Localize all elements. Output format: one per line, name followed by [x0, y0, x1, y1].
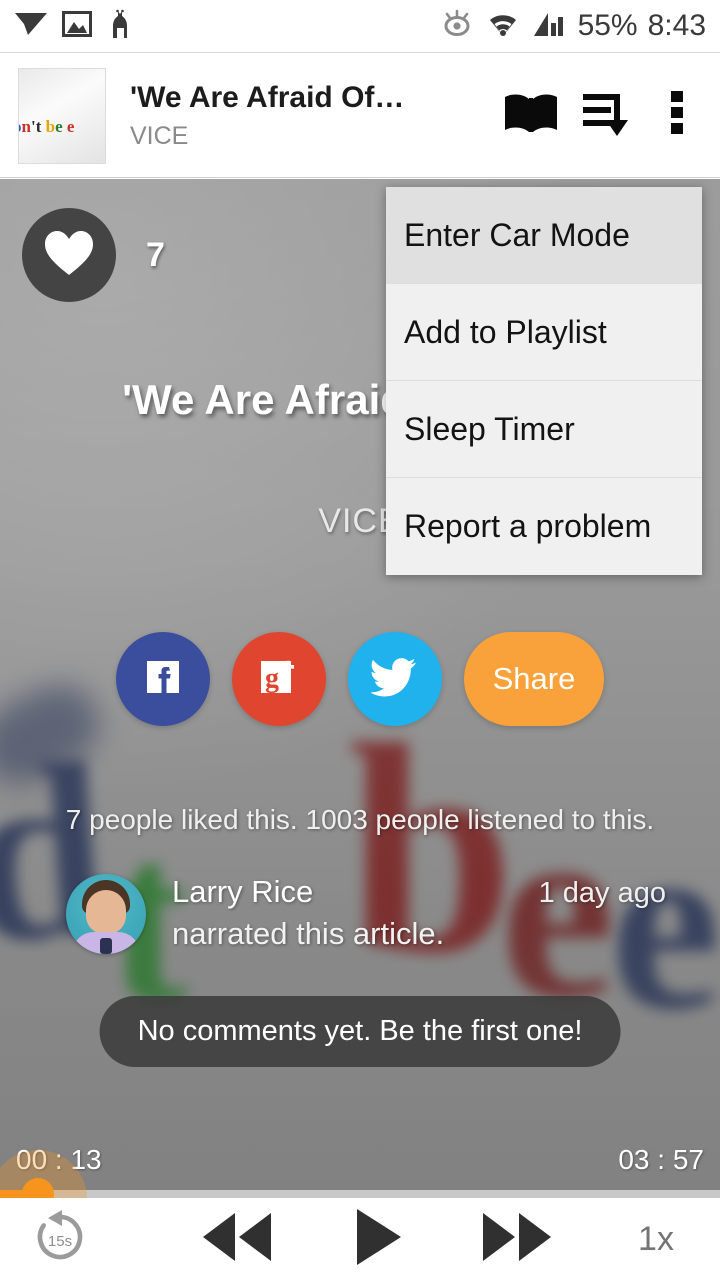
app-bar-subtitle: VICE: [130, 121, 189, 150]
remaining-time: 03 : 57: [618, 1144, 704, 1175]
twitter-icon: [369, 657, 419, 702]
wifi-icon: [484, 9, 522, 44]
read-article-button[interactable]: [492, 76, 570, 156]
googleplus-icon: g: [258, 657, 300, 702]
narrator-timestamp: 1 day ago: [538, 877, 666, 909]
previous-icon: [199, 1211, 275, 1268]
facebook-icon: [143, 657, 183, 702]
rewind-15-icon: 15s: [31, 1208, 89, 1271]
image-icon: [62, 10, 92, 43]
playback-speed-label: 1x: [638, 1219, 674, 1258]
app-bar-title: 'We Are Afraid Of…: [130, 80, 405, 114]
menu-item-enter-car-mode[interactable]: Enter Car Mode: [386, 187, 702, 284]
overflow-icon: [670, 88, 684, 143]
social-share-row: g Share: [0, 632, 720, 726]
heart-icon: [43, 229, 95, 282]
share-button[interactable]: Share: [464, 632, 604, 726]
status-bar-left-icons: [0, 9, 132, 44]
app-bar-texts: 'We Are Afraid Of… VICE: [130, 79, 492, 153]
playlist-download-icon: [581, 88, 637, 143]
previous-button[interactable]: [162, 1198, 312, 1280]
playback-controls: 15s 1x: [0, 1198, 720, 1280]
like-button[interactable]: [22, 208, 116, 302]
like-count: 7: [146, 235, 165, 274]
narrator-name: Larry Rice: [172, 874, 314, 909]
thumbnail-text: on't be e: [19, 116, 75, 136]
next-icon: [479, 1211, 555, 1268]
status-bar-right-icons: 55% 8:43: [440, 9, 720, 44]
play-button[interactable]: [312, 1198, 442, 1280]
llama-icon: [106, 9, 132, 44]
play-icon: [351, 1207, 403, 1272]
rewind-15-button[interactable]: 15s: [0, 1198, 120, 1280]
paper-plane-icon: [14, 11, 48, 42]
eye-icon: [440, 9, 474, 44]
playlist-download-button[interactable]: [570, 76, 648, 156]
app-screen: 55% 8:43 on't be e 'We Are Afraid Of… VI…: [0, 0, 720, 1280]
facebook-share-button[interactable]: [116, 632, 210, 726]
menu-item-label: Add to Playlist: [404, 313, 607, 350]
overflow-menu: Enter Car Mode Add to Playlist Sleep Tim…: [386, 187, 702, 575]
narrator-texts: Larry Rice 1 day ago narrated this artic…: [172, 874, 666, 952]
menu-item-sleep-timer[interactable]: Sleep Timer: [386, 381, 702, 478]
listen-stats: 7 people liked this. 1003 people listene…: [65, 804, 655, 835]
menu-item-label: Sleep Timer: [404, 410, 575, 447]
clock: 8:43: [647, 9, 706, 42]
time-row: 00 : 13 03 : 57: [0, 1144, 720, 1176]
avatar: [66, 874, 146, 954]
playback-speed-button[interactable]: 1x: [592, 1198, 720, 1280]
seek-bar[interactable]: [0, 1190, 720, 1198]
article-thumbnail[interactable]: on't be e: [18, 67, 106, 164]
narrator-action: narrated this article.: [172, 916, 445, 951]
googleplus-share-button[interactable]: g: [232, 632, 326, 726]
svg-text:g: g: [265, 663, 279, 694]
menu-item-add-to-playlist[interactable]: Add to Playlist: [386, 284, 702, 381]
signal-icon: [532, 9, 568, 44]
svg-text:15s: 15s: [48, 1233, 72, 1250]
book-icon: [502, 91, 560, 140]
share-button-label: Share: [492, 661, 576, 696]
twitter-share-button[interactable]: [348, 632, 442, 726]
overflow-menu-button[interactable]: [648, 76, 706, 156]
battery-percent: 55%: [577, 9, 638, 42]
app-bar: on't be e 'We Are Afraid Of… VICE: [0, 54, 720, 178]
narrator-row[interactable]: Larry Rice 1 day ago narrated this artic…: [66, 874, 666, 954]
menu-item-report-a-problem[interactable]: Report a problem: [386, 478, 702, 575]
status-bar: 55% 8:43: [0, 0, 720, 53]
comments-empty-state[interactable]: No comments yet. Be the first one!: [99, 996, 621, 1067]
menu-item-label: Report a problem: [404, 508, 652, 544]
like-row: 7: [22, 208, 165, 302]
menu-item-label: Enter Car Mode: [404, 216, 630, 253]
next-button[interactable]: [442, 1198, 592, 1280]
